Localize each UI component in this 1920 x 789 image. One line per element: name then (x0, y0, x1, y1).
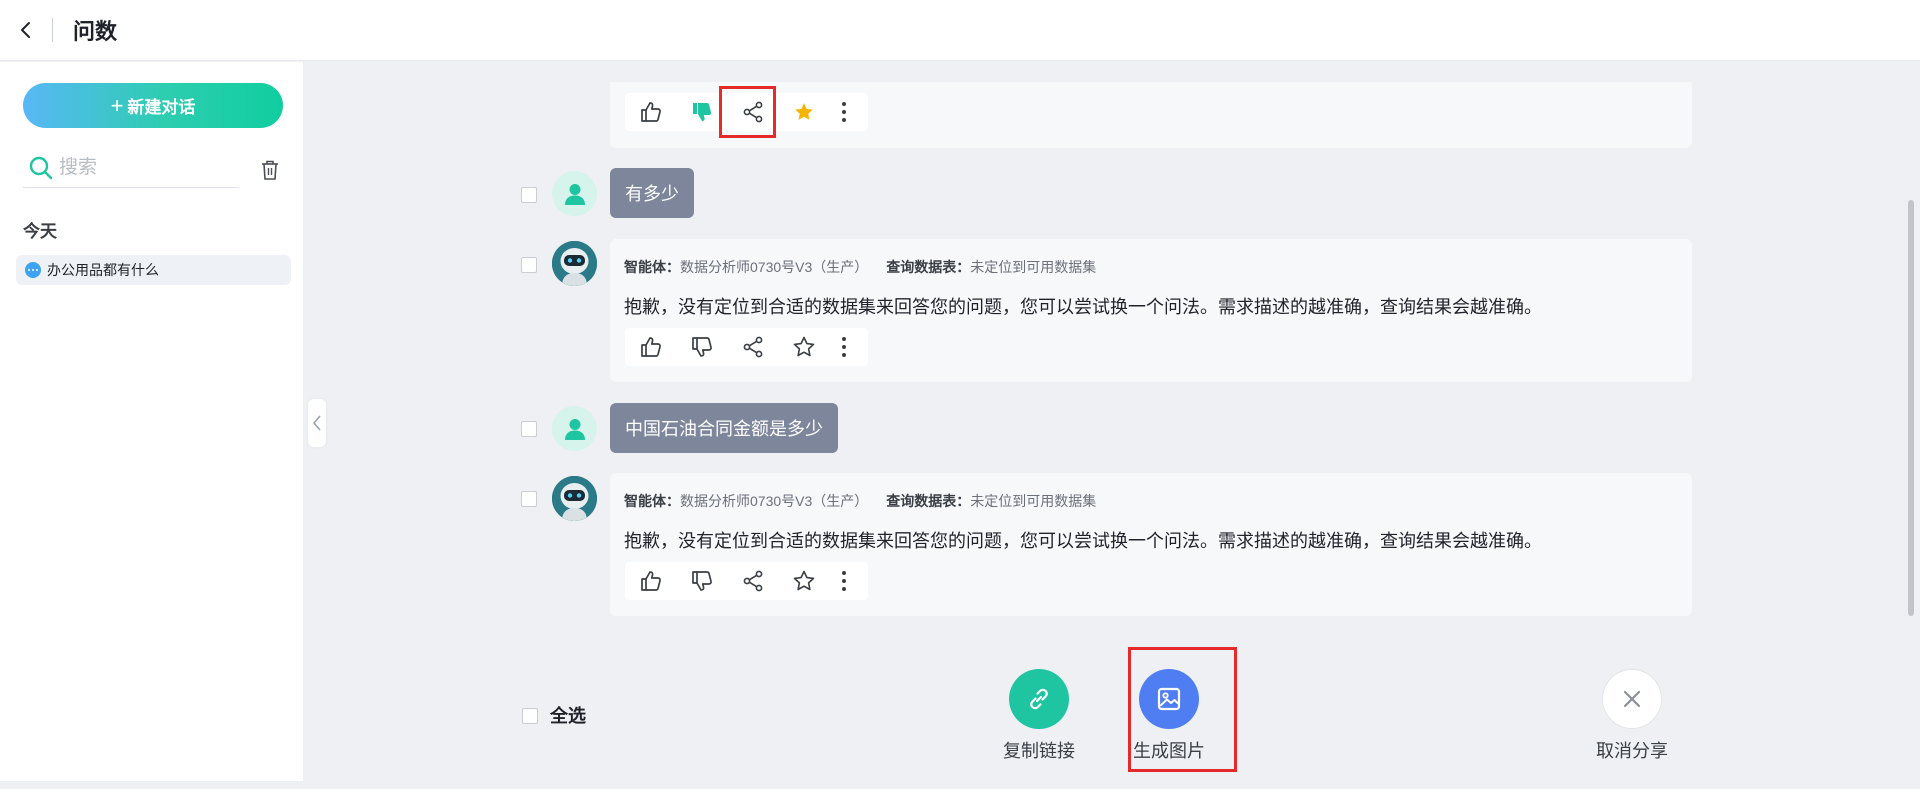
new-chat-button[interactable]: + 新建对话 (23, 83, 283, 128)
section-today-heading: 今天 (23, 222, 57, 241)
table-value: 未定位到可用数据集 (970, 493, 1097, 509)
close-icon (1602, 669, 1662, 729)
message-action-bar (625, 562, 868, 600)
robot-avatar-icon (552, 476, 597, 521)
agent-value: 数据分析师0730号V3（生产） (680, 259, 869, 275)
sidebar: + 新建对话 今天 办公用品都有什么 (0, 62, 303, 781)
more-options-icon[interactable] (829, 562, 859, 600)
scrollbar[interactable] (1908, 200, 1914, 616)
message-meta: 智能体：数据分析师0730号V3（生产） 查询数据表：未定位到可用数据集 (624, 257, 1096, 277)
search-input[interactable] (59, 156, 229, 179)
message-checkbox[interactable] (521, 421, 537, 437)
bot-avatar (552, 241, 597, 286)
bot-avatar (552, 476, 597, 521)
search-box (23, 148, 239, 188)
thumbs-up-icon[interactable] (625, 93, 676, 131)
top-header: 问数 (0, 0, 1920, 61)
select-all-checkbox[interactable] (522, 708, 538, 724)
plus-icon: + (110, 92, 124, 118)
bot-answer-text: 抱歉，没有定位到合适的数据集来回答您的问题，您可以尝试换一个问法。需求描述的越准… (624, 531, 1542, 551)
table-label: 查询数据表： (886, 259, 971, 275)
bot-answer-text: 抱歉，没有定位到合适的数据集来回答您的问题，您可以尝试换一个问法。需求描述的越准… (624, 297, 1542, 317)
agent-value: 数据分析师0730号V3（生产） (680, 493, 869, 509)
generate-image-label: 生成图片 (1133, 741, 1205, 761)
link-icon (1009, 669, 1069, 729)
bot-message-card-previous (610, 82, 1692, 148)
thumbs-down-icon[interactable] (676, 562, 727, 600)
robot-avatar-icon (552, 241, 597, 286)
history-item[interactable]: 办公用品都有什么 (16, 255, 291, 285)
user-message-bubble: 中国石油合同金额是多少 (610, 403, 838, 453)
user-icon (564, 183, 585, 205)
share-icon[interactable] (727, 93, 778, 131)
message-action-bar (625, 93, 868, 131)
cancel-share-label: 取消分享 (1596, 741, 1668, 761)
table-label: 查询数据表： (886, 493, 971, 509)
table-value: 未定位到可用数据集 (970, 259, 1097, 275)
image-icon (1139, 669, 1199, 729)
thumbs-up-icon[interactable] (625, 328, 676, 366)
share-icon[interactable] (727, 328, 778, 366)
history-item-label: 办公用品都有什么 (47, 262, 159, 278)
cancel-share-button[interactable]: 取消分享 (1596, 669, 1668, 763)
chat-bubble-icon (25, 262, 41, 278)
bot-message-card: 智能体：数据分析师0730号V3（生产） 查询数据表：未定位到可用数据集 抱歉，没… (610, 473, 1692, 616)
thumbs-up-icon[interactable] (625, 562, 676, 600)
star-icon[interactable] (778, 562, 829, 600)
bot-message-card: 智能体：数据分析师0730号V3（生产） 查询数据表：未定位到可用数据集 抱歉，没… (610, 239, 1692, 382)
star-icon[interactable] (778, 328, 829, 366)
header-divider (52, 18, 53, 42)
user-icon (564, 418, 585, 440)
copy-link-button[interactable]: 复制链接 (1003, 669, 1075, 763)
user-avatar (552, 171, 597, 216)
chevron-left-icon (313, 415, 321, 431)
message-action-bar (625, 328, 868, 366)
thumbs-down-icon[interactable] (676, 328, 727, 366)
generate-image-button[interactable]: 生成图片 (1133, 669, 1205, 763)
back-arrow-icon[interactable] (14, 18, 38, 42)
user-message-bubble: 有多少 (610, 168, 694, 218)
message-meta: 智能体：数据分析师0730号V3（生产） 查询数据表：未定位到可用数据集 (624, 491, 1096, 511)
trash-icon[interactable] (260, 159, 282, 183)
message-checkbox[interactable] (521, 187, 537, 203)
page-title: 问数 (73, 19, 118, 44)
search-icon (29, 156, 53, 179)
more-options-icon[interactable] (829, 328, 859, 366)
message-checkbox[interactable] (521, 491, 537, 507)
star-filled-icon[interactable] (778, 93, 829, 131)
message-checkbox[interactable] (521, 257, 537, 273)
user-avatar (552, 406, 597, 451)
share-icon[interactable] (727, 562, 778, 600)
agent-label: 智能体： (624, 493, 680, 509)
more-options-icon[interactable] (829, 93, 859, 131)
agent-label: 智能体： (624, 259, 680, 275)
sidebar-collapse-handle[interactable] (308, 399, 326, 447)
thumbs-down-filled-icon[interactable] (676, 93, 727, 131)
new-chat-label: 新建对话 (127, 98, 196, 117)
copy-link-label: 复制链接 (1003, 741, 1075, 761)
select-all-label[interactable]: 全选 (550, 702, 586, 728)
